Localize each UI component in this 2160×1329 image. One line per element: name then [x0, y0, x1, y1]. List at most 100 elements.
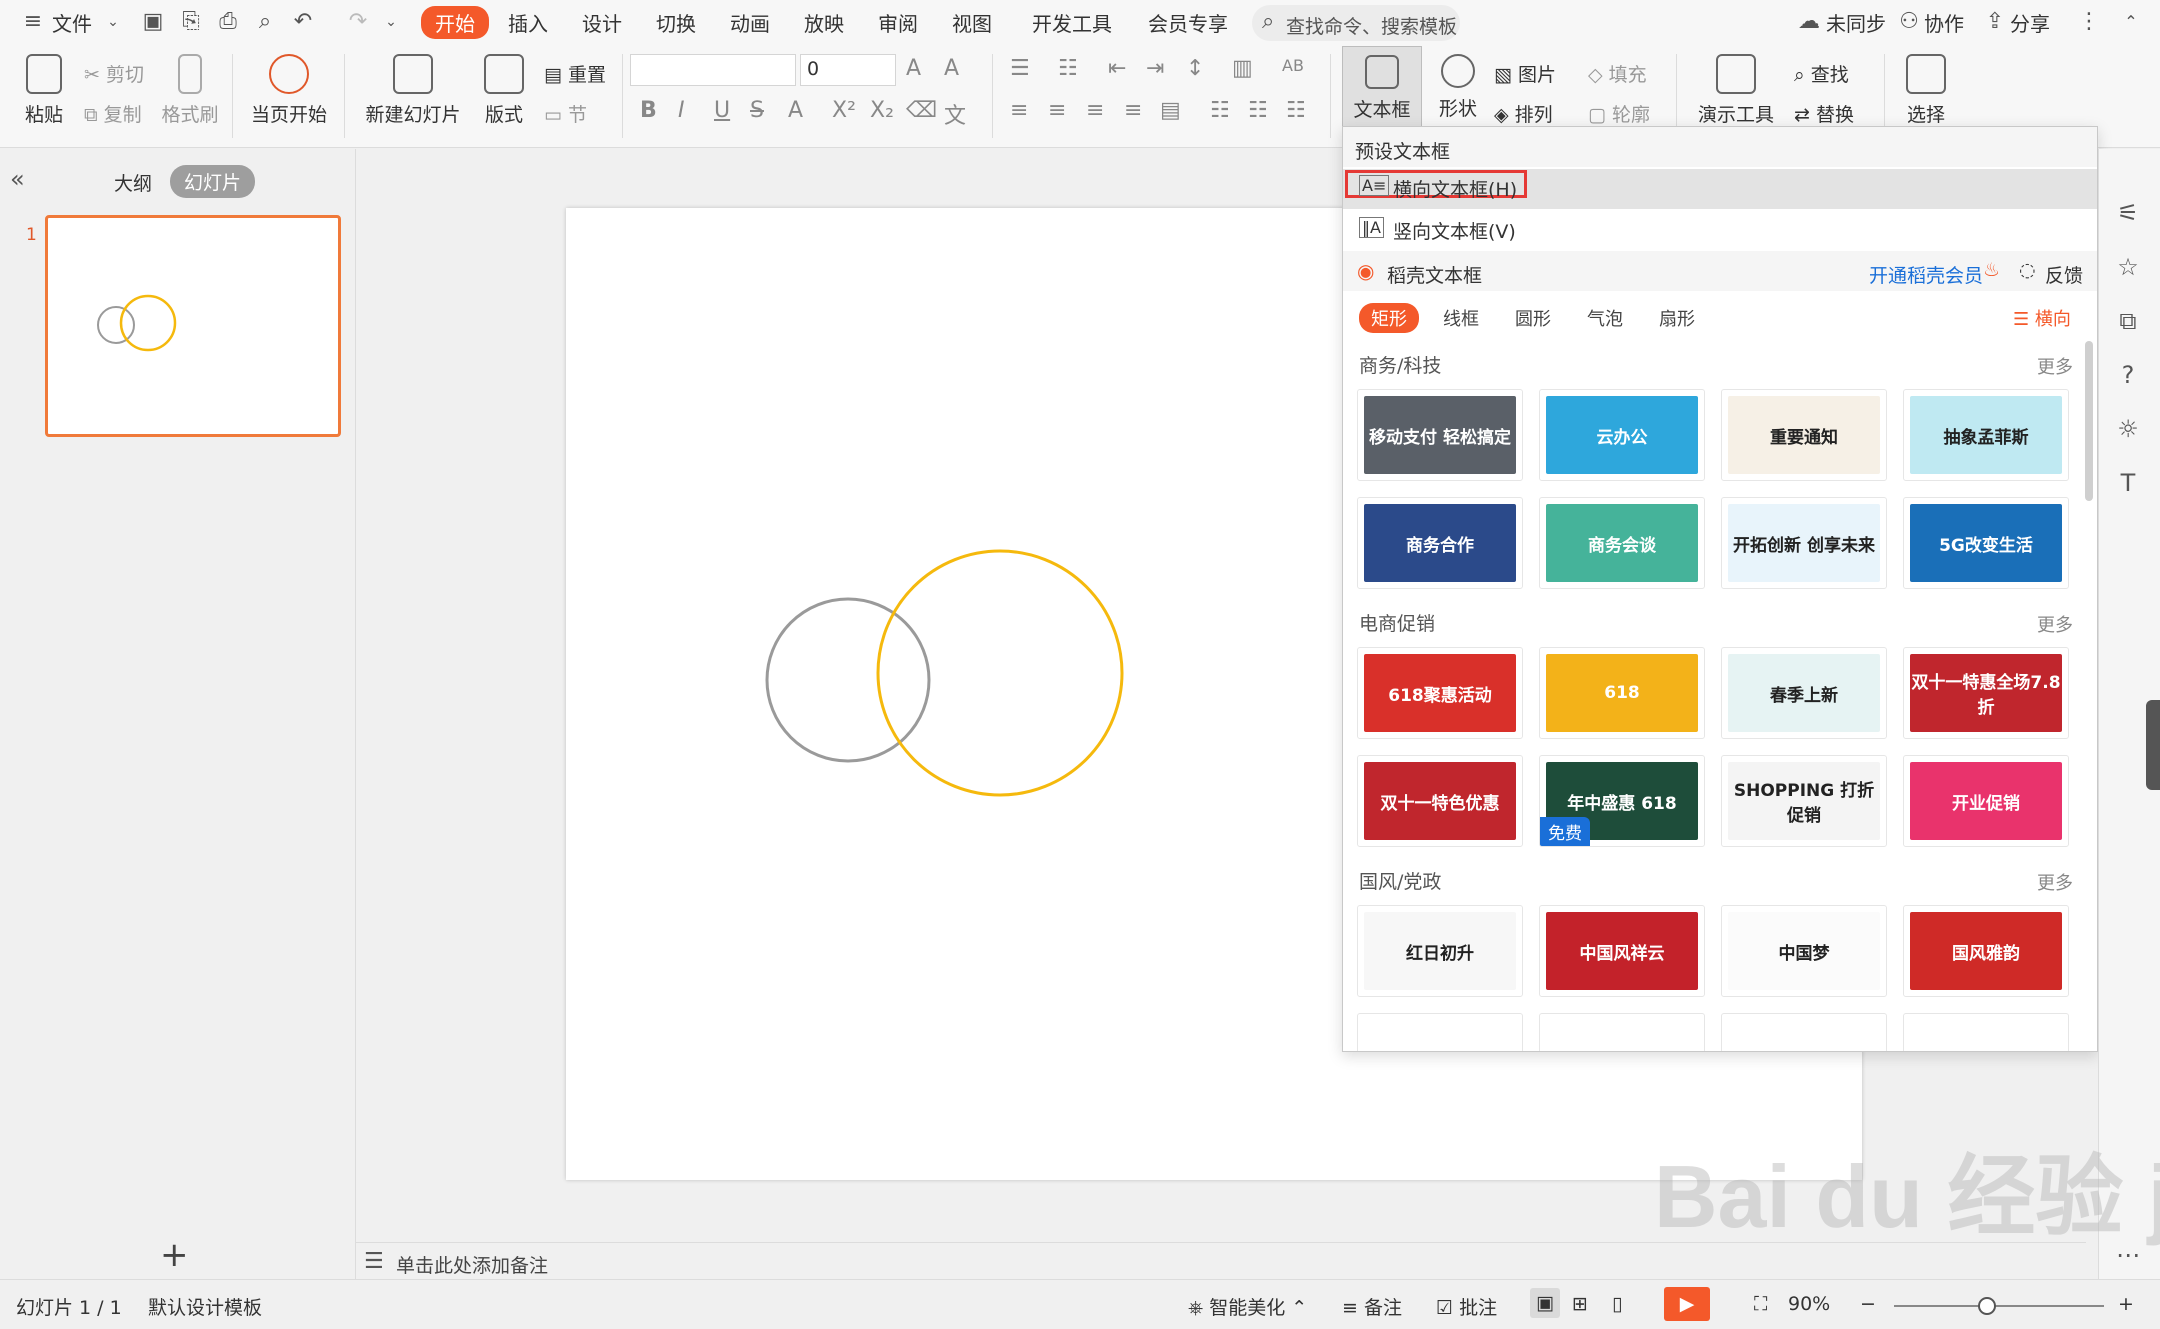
- text-align-icon[interactable]: ☷: [1210, 98, 1230, 123]
- slide-thumbnail[interactable]: [45, 215, 341, 437]
- tab-slides[interactable]: 幻灯片: [170, 165, 256, 198]
- subscript-icon[interactable]: X₂: [870, 98, 894, 123]
- picture-button[interactable]: ▧ 图片: [1494, 60, 1556, 87]
- play-from-current-button[interactable]: 当页开始: [244, 46, 334, 127]
- horizontal-textbox-item[interactable]: A≡ 横向文本框(H): [1343, 169, 2097, 209]
- template-card[interactable]: 春季上新: [1721, 647, 1887, 739]
- text-vertical-icon[interactable]: ☷: [1248, 98, 1268, 123]
- more-link[interactable]: 更多: [2037, 353, 2073, 379]
- more-icon[interactable]: ⋮: [2076, 9, 2102, 35]
- columns-icon[interactable]: ▥: [1232, 56, 1253, 81]
- superscript-icon[interactable]: X²: [832, 98, 856, 123]
- align-left-icon[interactable]: ≡: [1010, 98, 1028, 123]
- template-card[interactable]: 开拓创新 创享未来: [1721, 497, 1887, 589]
- tab-insert[interactable]: 插入: [508, 8, 548, 37]
- tab-home[interactable]: 开始: [421, 6, 489, 39]
- orientation-toggle[interactable]: ☰ 横向: [2013, 305, 2071, 331]
- print-icon[interactable]: ⎙: [215, 9, 241, 35]
- section-button[interactable]: ▭ 节: [544, 100, 587, 127]
- zoom-slider[interactable]: [1894, 1297, 2104, 1315]
- bullet-list-icon[interactable]: ☰: [1010, 56, 1030, 81]
- add-slide-icon[interactable]: +: [160, 1235, 189, 1275]
- template-card[interactable]: 年中盛惠 618 免费: [1539, 755, 1705, 847]
- template-card-partial[interactable]: [1539, 1013, 1705, 1051]
- customize-icon[interactable]: ⌄: [378, 9, 404, 35]
- tab-outline[interactable]: 大纲: [114, 169, 152, 196]
- template-card[interactable]: 双十一特色优惠: [1357, 755, 1523, 847]
- distribute-icon[interactable]: ▤: [1160, 98, 1181, 123]
- tab-slideshow[interactable]: 放映: [804, 8, 844, 37]
- sync-status[interactable]: 未同步: [1826, 8, 1886, 37]
- align-right-icon[interactable]: ≡: [1086, 98, 1104, 123]
- textbox-button[interactable]: 文本框: [1342, 46, 1422, 136]
- template-card[interactable]: 商务会谈: [1539, 497, 1705, 589]
- template-card-partial[interactable]: [1903, 1013, 2069, 1051]
- fit-window-icon[interactable]: ⛶: [1754, 1293, 1767, 1315]
- font-size-select[interactable]: 0: [800, 54, 896, 86]
- play-slideshow-button[interactable]: ▶: [1664, 1287, 1710, 1321]
- template-card[interactable]: 中国风祥云: [1539, 905, 1705, 997]
- collab-button[interactable]: 协作: [1924, 8, 1964, 37]
- tab-animation[interactable]: 动画: [730, 8, 770, 37]
- text-icon[interactable]: T: [2113, 468, 2143, 498]
- comments-toggle[interactable]: ☑ 批注: [1436, 1293, 1497, 1320]
- zoom-in-icon[interactable]: +: [2118, 1293, 2134, 1315]
- command-search[interactable]: ⌕ 查找命令、搜索模板: [1252, 5, 1460, 41]
- chip-circle[interactable]: 圆形: [1515, 305, 1551, 331]
- shape-button[interactable]: 形状: [1430, 46, 1486, 121]
- font-color-icon[interactable]: A: [788, 98, 803, 123]
- template-card[interactable]: 红日初升: [1357, 905, 1523, 997]
- reset-button[interactable]: ▤ 重置: [544, 60, 606, 87]
- tab-review[interactable]: 审阅: [878, 8, 918, 37]
- membership-link[interactable]: 开通稻壳会员: [1869, 261, 1983, 288]
- tab-transition[interactable]: 切换: [656, 8, 696, 37]
- template-card[interactable]: 618: [1539, 647, 1705, 739]
- template-card[interactable]: 重要通知: [1721, 389, 1887, 481]
- text-direction-icon[interactable]: AB: [1282, 56, 1304, 75]
- help-icon[interactable]: ?: [2113, 360, 2143, 390]
- template-card[interactable]: 双十一特惠全场7.8折: [1903, 647, 2069, 739]
- vertical-scrollbar[interactable]: [2078, 208, 2090, 1208]
- gray-circle[interactable]: [765, 597, 931, 763]
- normal-view-icon[interactable]: ▣: [1530, 1288, 1560, 1318]
- template-card[interactable]: SHOPPING 打折促销: [1721, 755, 1887, 847]
- template-card-partial[interactable]: [1357, 1013, 1523, 1051]
- decrease-indent-icon[interactable]: ⇤: [1108, 56, 1126, 81]
- smart-art-icon[interactable]: ☷: [1286, 98, 1306, 123]
- chip-wireframe[interactable]: 线框: [1443, 305, 1479, 331]
- template-card[interactable]: 抽象孟菲斯: [1903, 389, 2069, 481]
- redo-icon[interactable]: ↷: [345, 9, 371, 35]
- format-painter-button[interactable]: 格式刷: [160, 46, 220, 127]
- more-link[interactable]: 更多: [2037, 611, 2073, 637]
- template-card[interactable]: 云办公: [1539, 389, 1705, 481]
- template-card[interactable]: 5G改变生活: [1903, 497, 2069, 589]
- underline-icon[interactable]: U: [714, 98, 730, 123]
- tab-design[interactable]: 设计: [582, 8, 622, 37]
- clear-format-icon[interactable]: ⌫: [906, 98, 937, 123]
- template-card[interactable]: 商务合作: [1357, 497, 1523, 589]
- chip-fan[interactable]: 扇形: [1659, 305, 1695, 331]
- zoom-slider-thumb[interactable]: [1978, 1297, 1996, 1315]
- numbered-list-icon[interactable]: ☷: [1058, 56, 1078, 81]
- lightbulb-icon[interactable]: ☼: [2113, 414, 2143, 444]
- undo-icon[interactable]: ↶: [290, 9, 316, 35]
- select-button[interactable]: 选择: [1896, 46, 1956, 127]
- template-card[interactable]: 国风雅韵: [1903, 905, 2069, 997]
- template-card[interactable]: 618聚惠活动: [1357, 647, 1523, 739]
- line-spacing-icon[interactable]: ↕: [1186, 56, 1204, 81]
- layout-button[interactable]: 版式: [476, 46, 532, 127]
- zoom-out-icon[interactable]: −: [1860, 1293, 1876, 1315]
- arrange-button[interactable]: ◈ 排列: [1494, 100, 1553, 127]
- save-icon[interactable]: ▣: [140, 9, 166, 35]
- font-name-select[interactable]: [630, 54, 796, 86]
- replace-button[interactable]: ⇄ 替换: [1794, 100, 1854, 127]
- chip-bubble[interactable]: 气泡: [1587, 305, 1623, 331]
- shrink-font-icon[interactable]: A: [944, 56, 959, 81]
- print-preview-icon[interactable]: ⌕: [252, 9, 278, 35]
- tab-view[interactable]: 视图: [952, 8, 992, 37]
- menu-file[interactable]: 文件: [52, 8, 92, 37]
- star-icon[interactable]: ☆: [2113, 252, 2143, 282]
- tab-member[interactable]: 会员专享: [1148, 8, 1228, 37]
- reading-view-icon[interactable]: ▯: [1612, 1293, 1622, 1315]
- side-handle[interactable]: [2146, 700, 2160, 790]
